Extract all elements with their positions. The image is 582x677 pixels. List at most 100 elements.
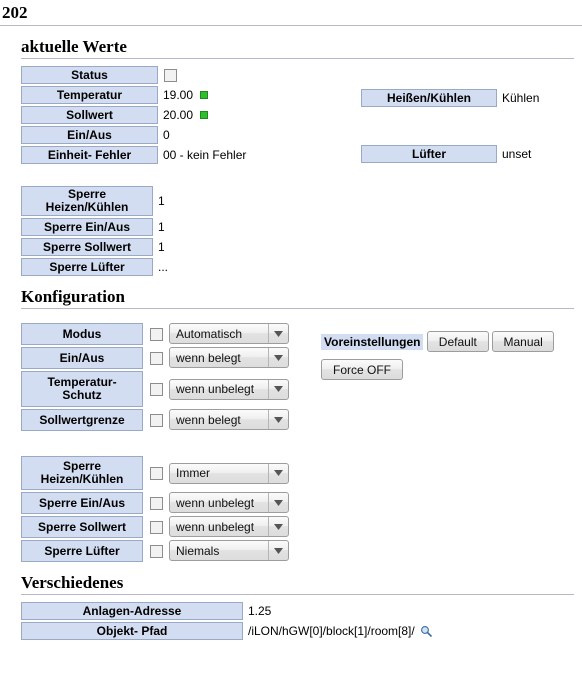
label-temperatur-schutz-line2: Schutz [62, 388, 102, 402]
value-luefter: unset [502, 147, 532, 161]
section-divider-configuration [21, 308, 574, 309]
label-sperre-line1: Sperre [62, 459, 102, 473]
label-anlagen-adresse: Anlagen-Adresse [21, 602, 243, 620]
label-sperre-line2: Heizen/Kühlen [40, 472, 124, 486]
chevron-down-icon [268, 493, 288, 512]
value-anlagen-adresse: 1.25 [248, 604, 272, 618]
value-temperatur: 19.00 [163, 88, 194, 102]
value-sollwert-cell: 20.00 [158, 106, 209, 124]
status-indicator-icon [200, 91, 209, 99]
label-einheit-fehler: Einheit- Fehler [21, 146, 158, 164]
select-sperre-heizen-kuehlen-value: Immer [176, 466, 210, 480]
title-divider [0, 25, 582, 26]
status-checkbox-cell [158, 66, 188, 84]
section-heading-misc: Verschiedenes [21, 573, 124, 592]
section-heading-current-values: aktuelle Werte [21, 37, 127, 56]
checkbox-cell-sperre-luefter [143, 540, 169, 562]
value-sperre-luefter: ... [158, 260, 169, 274]
label-sperre-sollwert: Sperre Sollwert [21, 238, 153, 256]
value-sollwert: 20.00 [163, 108, 194, 122]
button-luefter[interactable]: Lüfter [361, 145, 497, 163]
label-config-sperre-luefter: Sperre Lüfter [21, 540, 143, 562]
checkbox-cell-sperre-heizen-kuehlen [143, 456, 169, 490]
value-einheit-fehler: 00 - kein Fehler [163, 148, 247, 162]
section-divider-misc [21, 594, 574, 595]
label-config-sperre-sollwert: Sperre Sollwert [21, 516, 143, 538]
row-sperre-sollwert: Sperre Sollwert 1 [21, 238, 574, 256]
checkbox-cell-modus [143, 323, 169, 345]
row-sperre-ein-aus: Sperre Ein/Aus 1 [21, 218, 574, 236]
label-sollwert: Sollwert [21, 106, 158, 124]
status-indicator-icon [200, 111, 209, 119]
row-anlagen-adresse: Anlagen-Adresse 1.25 [21, 602, 574, 620]
value-sperre-heizen-kuehlen: 1 [158, 194, 165, 208]
row-status: Status [21, 66, 574, 84]
select-sperre-heizen-kuehlen[interactable]: Immer [169, 462, 289, 484]
checkbox-sperre-luefter[interactable] [149, 544, 163, 558]
row-heizen-kuehlen: Heißen/Kühlen Kühlen [361, 89, 539, 107]
preset-button-default[interactable]: Default [426, 331, 489, 352]
section-heading-configuration: Konfiguration [21, 287, 125, 306]
row-objekt-pfad: Objekt- Pfad /iLON/hGW[0]/block[1]/room[… [21, 622, 574, 640]
chevron-down-icon [268, 463, 288, 483]
row-ein-aus: Ein/Aus 0 [21, 126, 574, 144]
select-temperatur-schutz-value: wenn unbelegt [176, 382, 255, 396]
select-sperre-ein-aus-value: wenn unbelegt [176, 495, 255, 510]
label-temperatur-schutz-line1: Temperatur- [47, 375, 117, 389]
select-sperre-luefter[interactable]: Niemals [169, 540, 289, 561]
checkbox-sperre-sollwert[interactable] [149, 520, 163, 534]
chevron-down-icon [268, 324, 288, 343]
page-title: 202 [2, 3, 28, 22]
checkbox-cell-ein-aus [143, 347, 169, 369]
label-config-ein-aus: Ein/Aus [21, 347, 143, 369]
status-checkbox[interactable] [164, 68, 177, 82]
current-values-block: Status Temperatur 19.00 Sollwert 20.00 E… [21, 66, 574, 164]
chevron-down-icon [268, 541, 288, 560]
checkbox-sollwertgrenze[interactable] [149, 413, 163, 427]
select-modus[interactable]: Automatisch [169, 323, 289, 344]
magnifier-icon[interactable] [420, 625, 432, 637]
checkbox-modus[interactable] [149, 327, 163, 341]
label-temperatur: Temperatur [21, 86, 158, 104]
label-config-sperre-ein-aus: Sperre Ein/Aus [21, 492, 143, 514]
lock-values-block: Sperre Heizen/Kühlen 1 Sperre Ein/Aus 1 … [21, 186, 574, 276]
chevron-down-icon [268, 379, 288, 399]
config-row-sperre-sollwert: Sperre Sollwert wenn unbelegt [21, 516, 574, 538]
row-sperre-heizen-kuehlen: Sperre Heizen/Kühlen 1 [21, 186, 574, 216]
label-modus: Modus [21, 323, 143, 345]
select-ein-aus-value: wenn belegt [176, 350, 241, 365]
row-luefter: Lüfter unset [361, 145, 531, 163]
label-sollwertgrenze: Sollwertgrenze [21, 409, 143, 431]
config-row-sollwertgrenze: Sollwertgrenze wenn belegt [21, 409, 574, 431]
select-sollwertgrenze-value: wenn belegt [176, 412, 241, 427]
label-ein-aus: Ein/Aus [21, 126, 158, 144]
section-divider-current-values [21, 58, 574, 59]
checkbox-ein-aus[interactable] [149, 351, 163, 365]
select-sperre-ein-aus[interactable]: wenn unbelegt [169, 492, 289, 513]
preset-button-manual[interactable]: Manual [492, 331, 555, 352]
value-ein-aus: 0 [163, 128, 170, 142]
value-objekt-pfad: /iLON/hGW[0]/block[1]/room[8]/ [248, 624, 415, 638]
chevron-down-icon [268, 517, 288, 536]
configuration-lock-block: Sperre Heizen/Kühlen Immer Sperre Ein/Au… [21, 456, 574, 562]
select-sperre-sollwert[interactable]: wenn unbelegt [169, 516, 289, 537]
checkbox-sperre-heizen-kuehlen[interactable] [149, 466, 163, 480]
config-row-sperre-ein-aus: Sperre Ein/Aus wenn unbelegt [21, 492, 574, 514]
label-status: Status [21, 66, 158, 84]
label-sperre-heizen-kuehlen: Sperre Heizen/Kühlen [21, 186, 153, 216]
select-temperatur-schutz[interactable]: wenn unbelegt [169, 378, 289, 400]
presets-panel: Voreinstellungen Default Manual Force OF… [321, 323, 574, 380]
select-ein-aus[interactable]: wenn belegt [169, 347, 289, 368]
chevron-down-icon [268, 348, 288, 367]
value-temperatur-cell: 19.00 [158, 86, 209, 104]
checkbox-sperre-ein-aus[interactable] [149, 496, 163, 510]
preset-button-force-off[interactable]: Force OFF [321, 359, 403, 380]
config-row-sperre-heizen-kuehlen: Sperre Heizen/Kühlen Immer [21, 456, 574, 490]
button-heizen-kuehlen[interactable]: Heißen/Kühlen [361, 89, 497, 107]
select-sollwertgrenze[interactable]: wenn belegt [169, 409, 289, 430]
checkbox-cell-sperre-sollwert [143, 516, 169, 538]
label-config-sperre-heizen-kuehlen: Sperre Heizen/Kühlen [21, 456, 143, 490]
select-modus-value: Automatisch [176, 326, 243, 341]
checkbox-temperatur-schutz[interactable] [149, 382, 163, 396]
checkbox-cell-temperatur-schutz [143, 371, 169, 407]
